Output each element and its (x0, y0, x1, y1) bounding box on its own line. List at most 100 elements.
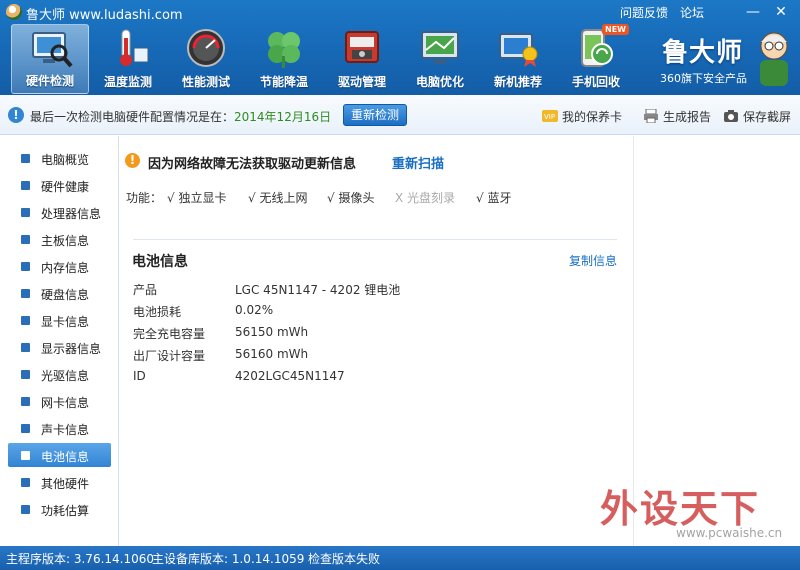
info-icon: ! (8, 107, 24, 123)
warning-text: 因为网络故障无法获取驱动更新信息 (148, 157, 357, 172)
last-check-label: 最后一次检测电脑硬件配置情况是在： (30, 110, 235, 124)
main-panel: ! 因为网络故障无法获取驱动更新信息 重新扫描 功能： √ 独立显卡 √ 无线上… (119, 136, 633, 546)
hardware-detect-icon (32, 32, 73, 68)
sidebar-item-monitor[interactable]: 显示器信息 (8, 335, 111, 359)
sidebar-item-label: 处理器信息 (41, 207, 102, 221)
section-title: 电池信息 (132, 254, 188, 270)
tool-label: 电脑优化 (415, 75, 464, 89)
tool-performance[interactable]: 性能测试 (167, 24, 245, 94)
bullet-icon (21, 424, 30, 433)
sidebar-item-label: 硬盘信息 (41, 288, 90, 302)
optimize-monitor-icon (421, 31, 459, 64)
feature-camera: √ 摄像头 (327, 191, 375, 205)
bullet-icon (21, 451, 30, 460)
sidebar-item-memory[interactable]: 内存信息 (8, 254, 111, 278)
save-screenshot-link[interactable]: 保存截屏 (723, 108, 791, 125)
sidebar-item-label: 网卡信息 (41, 396, 90, 410)
sidebar-item-battery[interactable]: 电池信息 (8, 443, 111, 467)
forum-link[interactable]: 论坛 (680, 4, 704, 21)
app-header: 鲁大师 www.ludashi.com 问题反馈 论坛 — ✕ 硬件检测 温度监… (0, 0, 800, 95)
sidebar-item-health[interactable]: 硬件健康 (8, 173, 111, 197)
sidebar-item-label: 功耗估算 (41, 504, 90, 518)
new-pc-icon (499, 33, 538, 67)
sidebar: 电脑概览 硬件健康 处理器信息 主板信息 内存信息 硬盘信息 显卡信息 显示器信… (0, 136, 119, 546)
app-title: 鲁大师 www.ludashi.com (26, 8, 183, 23)
info-bar: ! 最后一次检测电脑硬件配置情况是在：2014年12月16日 重新检测 VIP 我… (0, 95, 800, 135)
printer-icon (644, 109, 658, 123)
tool-pc-optimize[interactable]: 电脑优化 (401, 24, 479, 94)
feedback-link[interactable]: 问题反馈 (620, 4, 668, 21)
main-version: 主程序版本: 3.76.14.1060 (6, 552, 155, 566)
warning-icon: ! (125, 153, 140, 168)
brand-area: 鲁大师 360旗下安全产品 (658, 30, 798, 90)
warranty-card-link[interactable]: VIP 我的保养卡 (542, 108, 622, 125)
svg-text:VIP: VIP (544, 113, 555, 121)
bullet-icon (21, 370, 30, 379)
tool-phone-recycle[interactable]: NEW 手机回收 (557, 24, 635, 94)
bullet-icon (21, 262, 30, 271)
bullet-icon (21, 289, 30, 298)
mascot-icon (760, 32, 788, 86)
generate-report-link[interactable]: 生成报告 (643, 108, 711, 125)
sidebar-item-label: 电池信息 (41, 450, 90, 464)
app-logo-icon (6, 4, 22, 20)
tool-driver-manage[interactable]: 驱动管理 (323, 24, 401, 94)
sidebar-item-motherboard[interactable]: 主板信息 (8, 227, 111, 251)
sidebar-item-label: 主板信息 (41, 234, 90, 248)
bullet-icon (21, 181, 30, 190)
main-toolbar: 硬件检测 温度监测 性能测试 节能降温 驱动管理 电脑优化 新机推荐 NEW 手… (0, 24, 660, 94)
info-value: 4202LGC45N1147 (235, 369, 345, 383)
sidebar-item-cpu[interactable]: 处理器信息 (8, 200, 111, 224)
sidebar-item-label: 内存信息 (41, 261, 90, 275)
info-value: 0.02% (235, 303, 274, 317)
rescan-link[interactable]: 重新扫描 (392, 153, 444, 172)
tool-label: 驱动管理 (337, 75, 386, 89)
tool-hardware-detect[interactable]: 硬件检测 (11, 24, 89, 94)
sidebar-item-optical[interactable]: 光驱信息 (8, 362, 111, 386)
tool-label: 硬件检测 (25, 74, 74, 88)
info-key: 电池损耗 (133, 305, 182, 319)
copy-info-link[interactable]: 复制信息 (569, 252, 617, 269)
sidebar-item-other[interactable]: 其他硬件 (8, 470, 111, 494)
tool-temperature[interactable]: 温度监测 (89, 24, 167, 94)
save-screenshot-label: 保存截屏 (743, 110, 792, 124)
info-value: LGC 45N1147 - 4202 锂电池 (235, 283, 401, 297)
feature-wifi: √ 无线上网 (248, 191, 308, 205)
minimize-button[interactable]: — (742, 2, 764, 22)
sidebar-item-sound[interactable]: 声卡信息 (8, 416, 111, 440)
sidebar-item-overview[interactable]: 电脑概览 (8, 146, 111, 170)
bullet-icon (21, 208, 30, 217)
title-bar: 鲁大师 www.ludashi.com 问题反馈 论坛 — ✕ (0, 0, 800, 24)
close-button[interactable]: ✕ (770, 2, 792, 22)
brand-name: 鲁大师 (662, 38, 744, 68)
last-check-date: 2014年12月16日 (234, 110, 332, 124)
feature-discrete-gpu: √ 独立显卡 (167, 191, 227, 205)
bullet-icon (21, 478, 30, 487)
bullet-icon (21, 505, 30, 514)
sidebar-item-label: 其他硬件 (41, 477, 90, 491)
check-version-status: 检查版本失败 (308, 552, 381, 566)
bullet-icon (21, 397, 30, 406)
status-bar: 主程序版本: 3.76.14.1060 主设备库版本: 1.0.14.1059 … (0, 546, 800, 570)
sidebar-item-label: 显示器信息 (41, 342, 102, 356)
tool-label: 性能测试 (181, 75, 230, 89)
warranty-card-label: 我的保养卡 (562, 110, 623, 124)
tool-new-pc[interactable]: 新机推荐 (479, 24, 557, 94)
tool-label: 节能降温 (259, 75, 308, 89)
sidebar-item-power[interactable]: 功耗估算 (8, 497, 111, 521)
vip-card-icon: VIP (542, 110, 558, 122)
sidebar-item-network[interactable]: 网卡信息 (8, 389, 111, 413)
feature-bluetooth: √ 蓝牙 (476, 191, 512, 205)
sidebar-item-label: 硬件健康 (41, 180, 90, 194)
thermometer-icon (120, 29, 149, 66)
info-key: 完全充电容量 (133, 327, 206, 341)
brand-subtitle: 360旗下安全产品 (660, 72, 747, 85)
recheck-button[interactable]: 重新检测 (343, 104, 407, 126)
sidebar-item-label: 显卡信息 (41, 315, 90, 329)
tool-energy-saving[interactable]: 节能降温 (245, 24, 323, 94)
divider (133, 239, 617, 240)
db-version: 主设备库版本: 1.0.14.1059 (152, 552, 305, 566)
sidebar-item-label: 光驱信息 (41, 369, 90, 383)
sidebar-item-graphics[interactable]: 显卡信息 (8, 308, 111, 332)
sidebar-item-disk[interactable]: 硬盘信息 (8, 281, 111, 305)
